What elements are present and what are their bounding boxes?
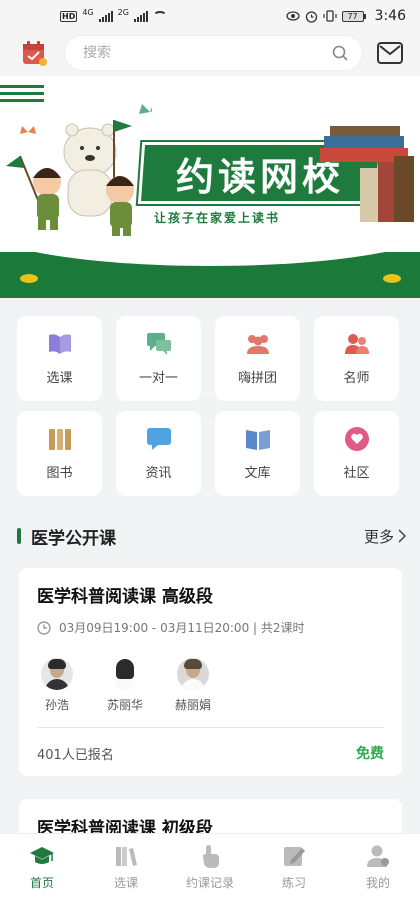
grid-label: 嗨拼团 <box>237 371 277 386</box>
mail-icon[interactable] <box>377 42 403 64</box>
group-icon <box>245 331 271 357</box>
bottom-tab-bar: 首页 选课 约课记录 练习 我的 <box>0 833 420 900</box>
kids-and-bear-illustration <box>6 104 152 236</box>
books-icon <box>47 426 73 452</box>
open-book-icon <box>47 331 73 357</box>
message-icon <box>146 426 172 452</box>
grid-label: 名师 <box>343 371 370 386</box>
grid-label: 文库 <box>244 466 271 481</box>
course-footer: 401人已报名 免费 <box>37 728 384 778</box>
grid-item-news[interactable]: 资讯 <box>116 411 201 496</box>
tab-booking-records[interactable]: 约课记录 <box>168 844 252 891</box>
course-time-row: 03月09日19:00 - 03月11日20:00 | 共2课时 <box>37 619 384 636</box>
grid-item-community[interactable]: 社区 <box>314 411 399 496</box>
enrolled-count: 401人已报名 <box>37 747 114 763</box>
avatar <box>177 658 209 690</box>
tab-label: 选课 <box>113 875 138 890</box>
avatar <box>41 658 73 690</box>
grid-item-library[interactable]: 文库 <box>215 411 300 496</box>
books-stack-illustration <box>320 126 414 222</box>
price-badge: 免费 <box>356 746 384 762</box>
teacher-item[interactable]: 孙浩 <box>37 658 77 713</box>
promo-banner[interactable]: 约读网校 让孩子在家爱上读书 <box>0 76 420 298</box>
calendar-icon[interactable] <box>20 39 48 67</box>
feature-grid: 选课 一对一 嗨拼团 名师 图书 资讯 文库 社区 <box>17 316 403 496</box>
alarm-icon <box>305 10 317 23</box>
library-book-icon <box>245 426 271 452</box>
teacher-name: 苏丽华 <box>106 698 143 712</box>
status-bar: HD 4G 2G 77 3:46 <box>0 0 420 32</box>
search-icon[interactable] <box>332 45 348 61</box>
teacher-item[interactable]: 赫丽娟 <box>173 658 213 713</box>
network-type-2: 2G <box>117 7 129 17</box>
grid-item-famous-teachers[interactable]: 名师 <box>314 316 399 401</box>
grid-item-group-buy[interactable]: 嗨拼团 <box>215 316 300 401</box>
grid-item-select-course[interactable]: 选课 <box>17 316 102 401</box>
books-icon <box>113 844 139 868</box>
section-accent-bar <box>17 528 21 544</box>
section-title: 医学公开课 <box>31 528 116 549</box>
status-right: 77 3:46 <box>285 8 406 24</box>
grid-label: 资讯 <box>145 466 172 481</box>
course-time: 03月09日19:00 - 03月11日20:00 | 共2课时 <box>59 621 305 635</box>
chevron-right-icon <box>398 529 407 543</box>
grid-label: 图书 <box>46 466 73 481</box>
teacher-list: 孙浩 苏丽华 赫丽娟 <box>37 658 384 713</box>
user-icon <box>365 844 391 868</box>
network-type-1: 4G <box>82 7 94 17</box>
search-bar[interactable] <box>65 36 362 70</box>
section-header: 医学公开课 更多 <box>17 522 407 550</box>
tab-label: 我的 <box>365 875 390 890</box>
banner-dot-left <box>20 274 38 283</box>
edit-icon <box>281 844 307 868</box>
course-title: 医学科普阅读课 高级段 <box>37 587 213 607</box>
app-header <box>0 32 420 76</box>
hd-tag: HD <box>60 10 78 22</box>
grid-item-books[interactable]: 图书 <box>17 411 102 496</box>
graduation-cap-icon <box>29 844 55 868</box>
grid-label: 社区 <box>343 466 370 481</box>
tab-select-course[interactable]: 选课 <box>84 844 168 891</box>
chat-bubbles-icon <box>146 331 172 357</box>
tab-home[interactable]: 首页 <box>0 844 84 891</box>
course-card[interactable]: 医学科普阅读课 高级段 03月09日19:00 - 03月11日20:00 | … <box>19 568 402 776</box>
tab-mine[interactable]: 我的 <box>336 844 420 891</box>
signal-icon <box>98 10 113 22</box>
battery-level: 77 <box>341 10 364 22</box>
heart-chat-icon <box>344 426 370 452</box>
wifi-icon <box>152 11 167 21</box>
grid-label: 一对一 <box>138 371 178 386</box>
eye-icon <box>285 11 300 21</box>
more-label: 更多 <box>363 527 394 546</box>
teacher-name: 赫丽娟 <box>174 698 211 712</box>
banner-dot-right <box>383 274 401 283</box>
search-input[interactable] <box>83 45 303 61</box>
teachers-icon <box>344 331 370 357</box>
tab-label: 练习 <box>281 875 306 890</box>
tab-label: 约课记录 <box>185 875 234 890</box>
status-left: HD 4G 2G <box>60 7 167 22</box>
signal-icon-2 <box>133 10 148 22</box>
teacher-name: 孙浩 <box>44 698 69 712</box>
teacher-item[interactable]: 苏丽华 <box>105 658 145 713</box>
tab-practice[interactable]: 练习 <box>252 844 336 891</box>
battery-icon: 77 <box>341 10 366 22</box>
banner-slogan: 让孩子在家爱上读书 <box>154 211 281 225</box>
tab-label: 首页 <box>29 875 54 890</box>
vibrate-icon <box>322 10 337 22</box>
more-link[interactable]: 更多 <box>364 526 407 547</box>
grid-item-one-on-one[interactable]: 一对一 <box>116 316 201 401</box>
hand-tap-icon <box>197 844 223 868</box>
clock: 3:46 <box>374 8 406 24</box>
avatar <box>109 658 141 690</box>
grid-label: 选课 <box>46 371 73 386</box>
clock-icon <box>37 620 51 635</box>
section-title-group: 医学公开课 <box>17 524 116 549</box>
